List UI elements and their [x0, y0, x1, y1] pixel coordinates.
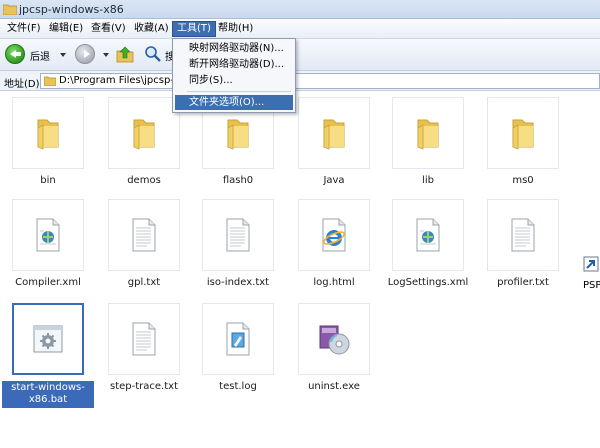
title-bar: jpcsp-windows-x86: [0, 0, 600, 19]
address-input[interactable]: D:\Program Files\jpcsp-wi: [40, 73, 600, 89]
file-thumbnail: [12, 303, 84, 375]
menu-file[interactable]: 文件(F): [3, 21, 45, 37]
back-dropdown-caret-icon[interactable]: [60, 53, 66, 57]
file-name: log.html: [313, 277, 355, 288]
file-item-test-log[interactable]: test.log: [192, 303, 284, 393]
file-thumbnail: [298, 199, 370, 271]
file-item-profiler-txt[interactable]: profiler.txt: [477, 199, 569, 289]
file-name: step-trace.txt: [110, 381, 178, 392]
batch-file-icon: [33, 325, 63, 353]
file-name: iso-index.txt: [206, 277, 270, 288]
file-thumbnail: [202, 199, 274, 271]
file-item-compiler-xml[interactable]: Compiler.xml: [2, 199, 94, 289]
file-name: flash0: [222, 175, 254, 186]
file-name: test.log: [219, 381, 257, 392]
menu-item-synchronize[interactable]: 同步(S)...: [175, 73, 293, 88]
menu-edit[interactable]: 编辑(E): [45, 21, 87, 37]
file-thumbnail: [202, 303, 274, 375]
file-item-uninst-exe[interactable]: uninst.exe: [288, 303, 380, 393]
text-file-icon: [226, 218, 250, 252]
folder-icon: [417, 119, 439, 150]
file-item-lib[interactable]: lib: [382, 97, 474, 187]
window-title: jpcsp-windows-x86: [19, 3, 124, 16]
file-name: lib: [422, 175, 434, 186]
toolbar: 后退 搜: [0, 39, 600, 71]
folder-icon: [133, 119, 155, 150]
folder-icon: [227, 119, 249, 150]
file-item-bin[interactable]: bin: [2, 97, 94, 187]
file-thumbnail: [298, 97, 370, 169]
forward-arrow-icon[interactable]: [75, 44, 95, 64]
file-thumbnail: [298, 303, 370, 375]
menu-bar: 文件(F) 编辑(E) 查看(V) 收藏(A) 工具(T) 帮助(H): [0, 19, 600, 39]
text-file-icon: [132, 218, 156, 252]
file-item-ms0[interactable]: ms0: [477, 97, 569, 187]
file-thumbnail: [392, 199, 464, 271]
file-name: Compiler.xml: [15, 277, 81, 288]
html-file-icon: [322, 218, 346, 252]
file-thumbnail: [487, 97, 559, 169]
file-thumbnail: [392, 97, 464, 169]
file-thumbnail: [12, 199, 84, 271]
menu-favorites[interactable]: 收藏(A): [130, 21, 173, 37]
file-name: Java: [323, 175, 345, 186]
xml-file-icon: [416, 218, 440, 252]
file-thumbnail: [108, 303, 180, 375]
file-thumbnail: [12, 97, 84, 169]
menu-tools[interactable]: 工具(T): [172, 21, 216, 37]
address-label: 地址(D): [4, 79, 40, 90]
file-item-gpl-txt[interactable]: gpl.txt: [98, 199, 190, 289]
file-thumbnail: [108, 97, 180, 169]
file-name: uninst.exe: [308, 381, 360, 392]
file-item-log-html[interactable]: log.html: [288, 199, 380, 289]
file-name: ms0: [512, 175, 534, 186]
folder-icon: [3, 4, 17, 15]
shortcut-icon[interactable]: [583, 256, 599, 272]
xml-file-icon: [36, 218, 60, 252]
back-button-label[interactable]: 后退: [30, 48, 50, 63]
file-name: gpl.txt: [127, 277, 161, 288]
menu-separator: [187, 91, 291, 92]
file-item-iso-index-txt[interactable]: iso-index.txt: [192, 199, 284, 289]
log-file-icon: [226, 322, 250, 356]
forward-dropdown-caret-icon[interactable]: [103, 53, 109, 57]
file-name: start-windows-x86.bat: [2, 381, 94, 408]
file-name: bin: [40, 175, 56, 186]
tools-dropdown-menu: 映射网络驱动器(N)... 断开网络驱动器(D)... 同步(S)... 文件夹…: [172, 38, 296, 113]
address-path: D:\Program Files\jpcsp-wi: [59, 75, 185, 86]
search-icon[interactable]: [144, 45, 162, 63]
file-item-start-windows-bat[interactable]: start-windows-x86.bat: [2, 303, 94, 408]
menu-help[interactable]: 帮助(H): [214, 21, 257, 37]
folder-icon: [44, 76, 56, 86]
file-name: profiler.txt: [497, 277, 549, 288]
file-item-step-trace-txt[interactable]: step-trace.txt: [98, 303, 190, 393]
text-file-icon: [511, 218, 535, 252]
installer-icon: [319, 325, 350, 355]
file-name: LogSettings.xml: [387, 277, 469, 288]
file-list: bin demos flash0 Java lib ms0 Compiler.x…: [0, 91, 600, 448]
file-name: demos: [127, 175, 161, 186]
folder-icon: [323, 119, 345, 150]
menu-item-map-network-drive[interactable]: 映射网络驱动器(N)...: [175, 41, 293, 56]
up-folder-icon[interactable]: [116, 45, 134, 63]
file-item-java[interactable]: Java: [288, 97, 380, 187]
text-file-icon: [132, 322, 156, 356]
file-item-logsettings-xml[interactable]: LogSettings.xml: [382, 199, 474, 289]
file-thumbnail: [487, 199, 559, 271]
address-bar: 地址(D) D:\Program Files\jpcsp-wi: [0, 71, 600, 91]
file-thumbnail: [108, 199, 180, 271]
folder-icon: [37, 119, 59, 150]
menu-item-folder-options[interactable]: 文件夹选项(O)...: [175, 95, 293, 110]
menu-view[interactable]: 查看(V): [87, 21, 130, 37]
back-arrow-icon[interactable]: [5, 44, 25, 64]
partial-file-name[interactable]: PSP: [583, 280, 600, 291]
folder-icon: [512, 119, 534, 150]
menu-item-disconnect-network-drive[interactable]: 断开网络驱动器(D)...: [175, 57, 293, 72]
